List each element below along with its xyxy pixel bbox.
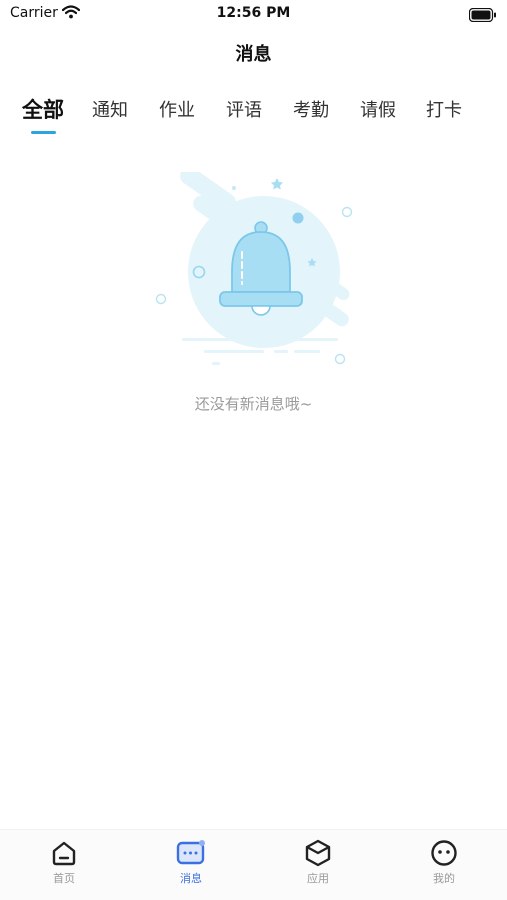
tab-leave[interactable]: 请假 <box>360 96 396 122</box>
tabbar-home[interactable]: 首页 <box>24 838 104 886</box>
tab-checkin[interactable]: 打卡 <box>426 96 462 122</box>
status-time: 12:56 PM <box>216 5 291 21</box>
tabbar-apps[interactable]: 应用 <box>278 838 358 886</box>
tab-attendance[interactable]: 考勤 <box>293 96 329 122</box>
tabbar-profile[interactable]: 我的 <box>404 838 484 886</box>
message-icon <box>176 840 205 865</box>
bottom-tab-bar: 首页 消息 应用 我的 <box>0 829 507 900</box>
tab-all[interactable]: 全部 <box>22 94 64 124</box>
tabbar-apps-label: 应用 <box>307 872 329 885</box>
tab-notice[interactable]: 通知 <box>92 96 128 122</box>
tabbar-messages-label: 消息 <box>180 872 202 885</box>
apps-icon <box>305 839 331 867</box>
status-bar: Carrier 12:56 PM <box>0 0 507 30</box>
tab-comments[interactable]: 评语 <box>226 96 262 122</box>
profile-icon <box>431 840 457 866</box>
tabbar-messages[interactable]: 消息 <box>151 838 231 886</box>
bell-icon <box>155 166 353 365</box>
empty-state-illustration <box>152 166 358 372</box>
home-icon <box>52 841 76 866</box>
page-title: 消息 <box>235 44 272 65</box>
tabbar-profile-label: 我的 <box>433 872 455 885</box>
category-tabs: 全部 通知 作业 评语 考勤 请假 打卡 <box>0 96 507 140</box>
tabbar-home-label: 首页 <box>53 872 75 885</box>
battery-icon <box>468 7 497 26</box>
empty-state-message: 还没有新消息哦~ <box>194 395 313 413</box>
active-tab-indicator <box>31 131 56 134</box>
tab-homework[interactable]: 作业 <box>159 96 195 122</box>
